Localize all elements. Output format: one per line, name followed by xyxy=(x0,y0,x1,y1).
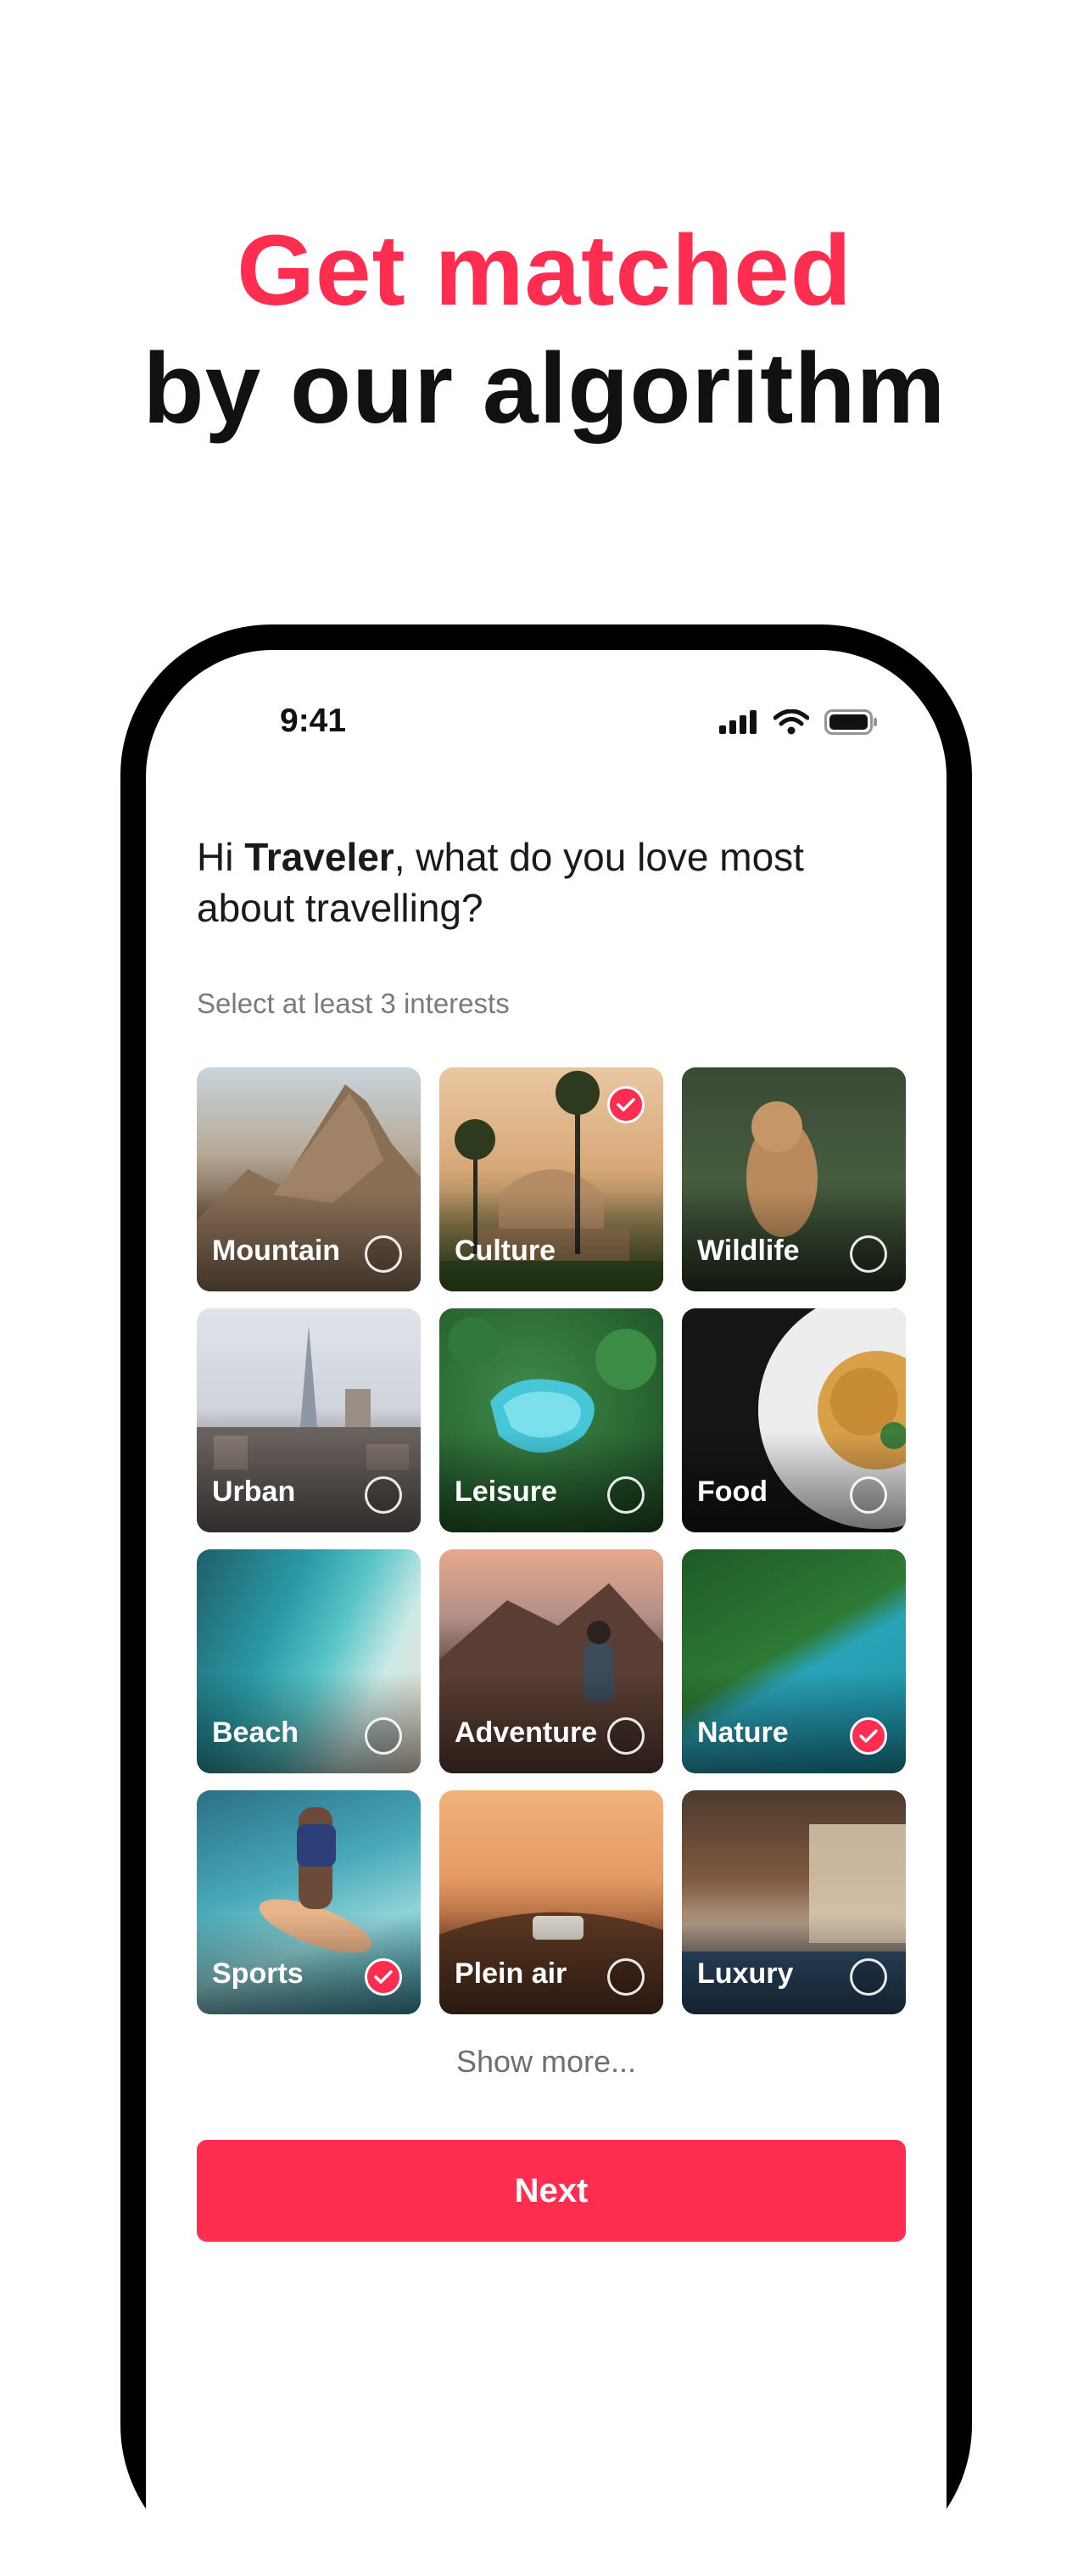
user-name: Traveler xyxy=(244,835,394,879)
interest-label: Adventure xyxy=(455,1716,598,1749)
interest-label: Nature xyxy=(697,1716,789,1749)
unchecked-circle-icon[interactable] xyxy=(607,1476,645,1514)
status-bar: 9:41 xyxy=(146,650,947,752)
unchecked-circle-icon[interactable] xyxy=(850,1235,887,1273)
unchecked-circle-icon[interactable] xyxy=(365,1235,402,1273)
interest-tile-mountain[interactable]: Mountain xyxy=(197,1067,421,1291)
headline-line-1: Get matched xyxy=(237,215,852,327)
unchecked-circle-icon[interactable] xyxy=(850,1476,887,1514)
interest-label: Beach xyxy=(212,1716,299,1749)
interests-hint: Select at least 3 interests xyxy=(197,988,510,1019)
interest-tile-plein-air[interactable]: Plein air xyxy=(439,1790,663,2014)
interest-label: Food xyxy=(697,1476,768,1508)
checked-circle-icon[interactable] xyxy=(850,1717,887,1755)
unchecked-circle-icon[interactable] xyxy=(365,1476,402,1514)
greeting-question: Hi Traveler, what do you love most about… xyxy=(197,832,892,933)
interest-tile-culture[interactable]: Culture xyxy=(439,1067,663,1291)
interest-tile-sports[interactable]: Sports xyxy=(197,1790,421,2014)
cellular-signal-icon xyxy=(719,710,758,738)
interest-label: Wildlife xyxy=(697,1235,800,1267)
battery-icon xyxy=(824,709,879,739)
headline-line-2: by our algorithm xyxy=(142,333,947,445)
interest-label: Sports xyxy=(212,1957,304,1990)
unchecked-circle-icon[interactable] xyxy=(365,1717,402,1755)
checked-circle-icon[interactable] xyxy=(365,1958,402,1996)
interest-tile-luxury[interactable]: Luxury xyxy=(682,1790,906,2014)
status-icons xyxy=(719,708,879,739)
interest-label: Leisure xyxy=(455,1476,557,1508)
interest-tile-adventure[interactable]: Adventure xyxy=(439,1549,663,1773)
interest-label: Plein air xyxy=(455,1957,567,1990)
interest-label: Mountain xyxy=(212,1235,341,1267)
headline: Get matched by our algorithm xyxy=(0,212,1089,448)
interest-tile-wildlife[interactable]: Wildlife xyxy=(682,1067,906,1291)
interest-label: Luxury xyxy=(697,1957,794,1990)
next-button[interactable]: Next xyxy=(197,2140,906,2242)
wifi-icon xyxy=(773,708,810,739)
phone-frame: 9:41 Hi Traveler, what do you love most … xyxy=(120,624,972,2576)
unchecked-circle-icon[interactable] xyxy=(607,1958,645,1996)
interest-label: Urban xyxy=(212,1476,296,1508)
phone-screen: 9:41 Hi Traveler, what do you love most … xyxy=(146,650,947,2576)
show-more-link[interactable]: Show more... xyxy=(146,2044,947,2080)
unchecked-circle-icon[interactable] xyxy=(850,1958,887,1996)
greeting-prefix: Hi xyxy=(197,835,245,879)
interest-tile-leisure[interactable]: Leisure xyxy=(439,1308,663,1532)
interest-tile-beach[interactable]: Beach xyxy=(197,1549,421,1773)
checked-circle-icon[interactable] xyxy=(607,1086,645,1123)
unchecked-circle-icon[interactable] xyxy=(607,1717,645,1755)
interest-tile-nature[interactable]: Nature xyxy=(682,1549,906,1773)
interests-grid: Mountain Culture Wildlife Urban Leisure … xyxy=(197,1067,906,2014)
interest-tile-urban[interactable]: Urban xyxy=(197,1308,421,1532)
status-time: 9:41 xyxy=(280,703,347,739)
interest-label: Culture xyxy=(455,1235,556,1267)
interest-tile-food[interactable]: Food xyxy=(682,1308,906,1532)
